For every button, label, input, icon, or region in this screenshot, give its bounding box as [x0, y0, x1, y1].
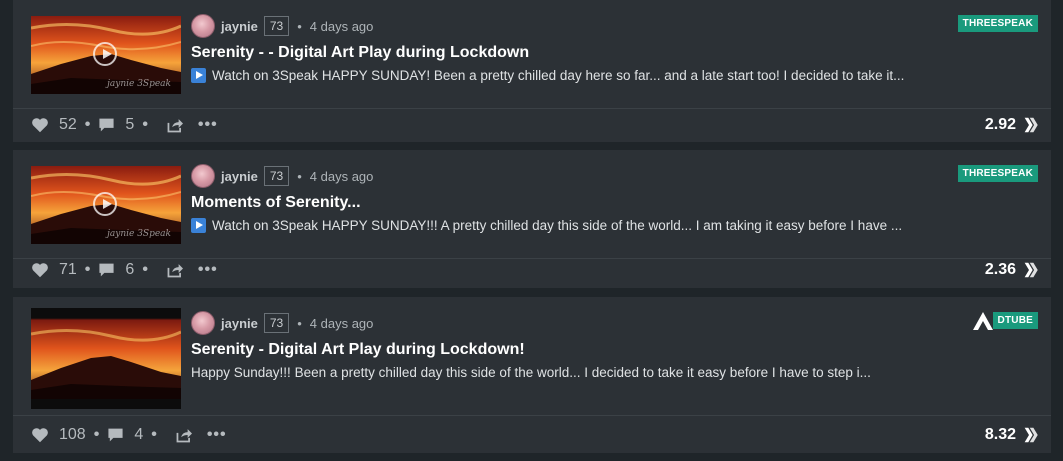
post-snippet-text: Happy Sunday!!! Been a pretty chilled da… — [191, 365, 871, 380]
footer-separator: • — [142, 261, 148, 278]
footer-separator: • — [84, 261, 91, 278]
reputation-badge: 73 — [263, 166, 290, 186]
post-thumbnail[interactable]: jaynie 3Speak — [31, 16, 181, 94]
post-footer: 71 • 6 • ••• 2.36 — [31, 254, 1038, 286]
payout[interactable]: 2.36 — [985, 261, 1038, 279]
post-time[interactable]: 4 days ago — [310, 19, 374, 34]
play-icon — [93, 42, 117, 66]
footer-separator: • — [84, 116, 91, 133]
payout[interactable]: 8.32 — [985, 426, 1038, 444]
post-meta: jaynie 73 • 4 days ago — [191, 164, 373, 188]
post-feed: jaynie 3Speak jaynie 73 • 4 days ago THR… — [0, 0, 1063, 461]
avatar[interactable] — [191, 14, 215, 38]
post-snippet-text: Watch on 3Speak HAPPY SUNDAY! Been a pre… — [212, 68, 905, 83]
post-body[interactable]: jaynie 73 • 4 days ago DTUBE Serenity - … — [13, 297, 1051, 415]
like-count[interactable]: 108 — [59, 426, 86, 444]
post-snippet[interactable]: Happy Sunday!!! Been a pretty chilled da… — [191, 365, 871, 380]
share-icon[interactable] — [166, 117, 184, 133]
play-icon — [93, 192, 117, 216]
play-badge-icon — [191, 68, 206, 83]
post-card[interactable]: jaynie 3Speak jaynie 73 • 4 days ago THR… — [13, 150, 1051, 288]
avatar[interactable] — [191, 164, 215, 188]
post-snippet-text: Watch on 3Speak HAPPY SUNDAY!!! A pretty… — [212, 218, 903, 233]
post-thumbnail[interactable] — [31, 308, 181, 409]
payout-amount: 8.32 — [984, 426, 1016, 443]
more-options-icon[interactable]: ••• — [207, 426, 227, 444]
comment-count[interactable]: 4 — [134, 426, 143, 444]
reputation-badge: 73 — [263, 313, 290, 333]
sunset-painting-image — [31, 308, 181, 409]
community-tag[interactable]: DTUBE — [992, 312, 1038, 329]
post-meta: jaynie 73 • 4 days ago — [191, 311, 373, 335]
like-count[interactable]: 52 — [59, 116, 77, 134]
hive-icon — [1020, 117, 1038, 133]
post-thumbnail[interactable]: jaynie 3Speak — [31, 166, 181, 244]
footer-separator: • — [142, 116, 148, 133]
divider — [13, 415, 1051, 416]
author-name[interactable]: jaynie — [221, 19, 258, 34]
author-name[interactable]: jaynie — [221, 316, 258, 331]
post-footer: 108 • 4 • ••• 8.32 — [31, 419, 1038, 451]
heart-icon[interactable] — [31, 427, 49, 443]
post-title[interactable]: Serenity - Digital Art Play during Lockd… — [191, 341, 525, 359]
meta-separator: • — [297, 315, 302, 331]
post-title[interactable]: Moments of Serenity... — [191, 194, 361, 212]
comment-icon[interactable] — [98, 262, 115, 278]
hive-icon — [1020, 427, 1038, 443]
comment-icon[interactable] — [107, 427, 124, 443]
author-name[interactable]: jaynie — [221, 169, 258, 184]
heart-icon[interactable] — [31, 117, 49, 133]
thumbnail-signature: jaynie 3Speak — [107, 79, 171, 89]
comment-icon[interactable] — [98, 117, 115, 133]
meta-separator: • — [297, 168, 302, 184]
heart-icon[interactable] — [31, 262, 49, 278]
post-time[interactable]: 4 days ago — [310, 169, 374, 184]
community-tag[interactable]: THREESPEAK — [957, 15, 1038, 32]
post-meta: jaynie 73 • 4 days ago — [191, 14, 373, 38]
comment-count[interactable]: 5 — [125, 116, 134, 134]
post-body[interactable]: jaynie 3Speak jaynie 73 • 4 days ago THR… — [13, 150, 1051, 258]
avatar[interactable] — [191, 311, 215, 335]
more-options-icon[interactable]: ••• — [198, 116, 218, 134]
post-card[interactable]: jaynie 73 • 4 days ago DTUBE Serenity - … — [13, 297, 1051, 453]
comment-count[interactable]: 6 — [125, 261, 134, 279]
community-tag[interactable]: THREESPEAK — [957, 165, 1038, 182]
post-time[interactable]: 4 days ago — [310, 316, 374, 331]
footer-separator: • — [151, 426, 157, 443]
hive-icon — [1020, 262, 1038, 278]
post-card[interactable]: jaynie 3Speak jaynie 73 • 4 days ago THR… — [13, 0, 1051, 142]
payout-amount: 2.92 — [984, 116, 1016, 133]
post-snippet[interactable]: Watch on 3Speak HAPPY SUNDAY!!! A pretty… — [191, 218, 902, 233]
share-icon[interactable] — [166, 262, 184, 278]
post-footer: 52 • 5 • ••• 2.92 — [31, 109, 1038, 141]
play-badge-icon — [191, 218, 206, 233]
post-title[interactable]: Serenity - - Digital Art Play during Loc… — [191, 44, 529, 62]
dtube-logo-icon — [972, 311, 994, 331]
post-body[interactable]: jaynie 3Speak jaynie 73 • 4 days ago THR… — [13, 0, 1051, 108]
meta-separator: • — [297, 18, 302, 34]
post-snippet[interactable]: Watch on 3Speak HAPPY SUNDAY! Been a pre… — [191, 68, 904, 83]
more-options-icon[interactable]: ••• — [198, 261, 218, 279]
thumbnail-signature: jaynie 3Speak — [107, 229, 171, 239]
footer-separator: • — [93, 426, 100, 443]
payout-amount: 2.36 — [984, 261, 1016, 278]
payout[interactable]: 2.92 — [985, 116, 1038, 134]
share-icon[interactable] — [175, 427, 193, 443]
reputation-badge: 73 — [263, 16, 290, 36]
like-count[interactable]: 71 — [59, 261, 77, 279]
